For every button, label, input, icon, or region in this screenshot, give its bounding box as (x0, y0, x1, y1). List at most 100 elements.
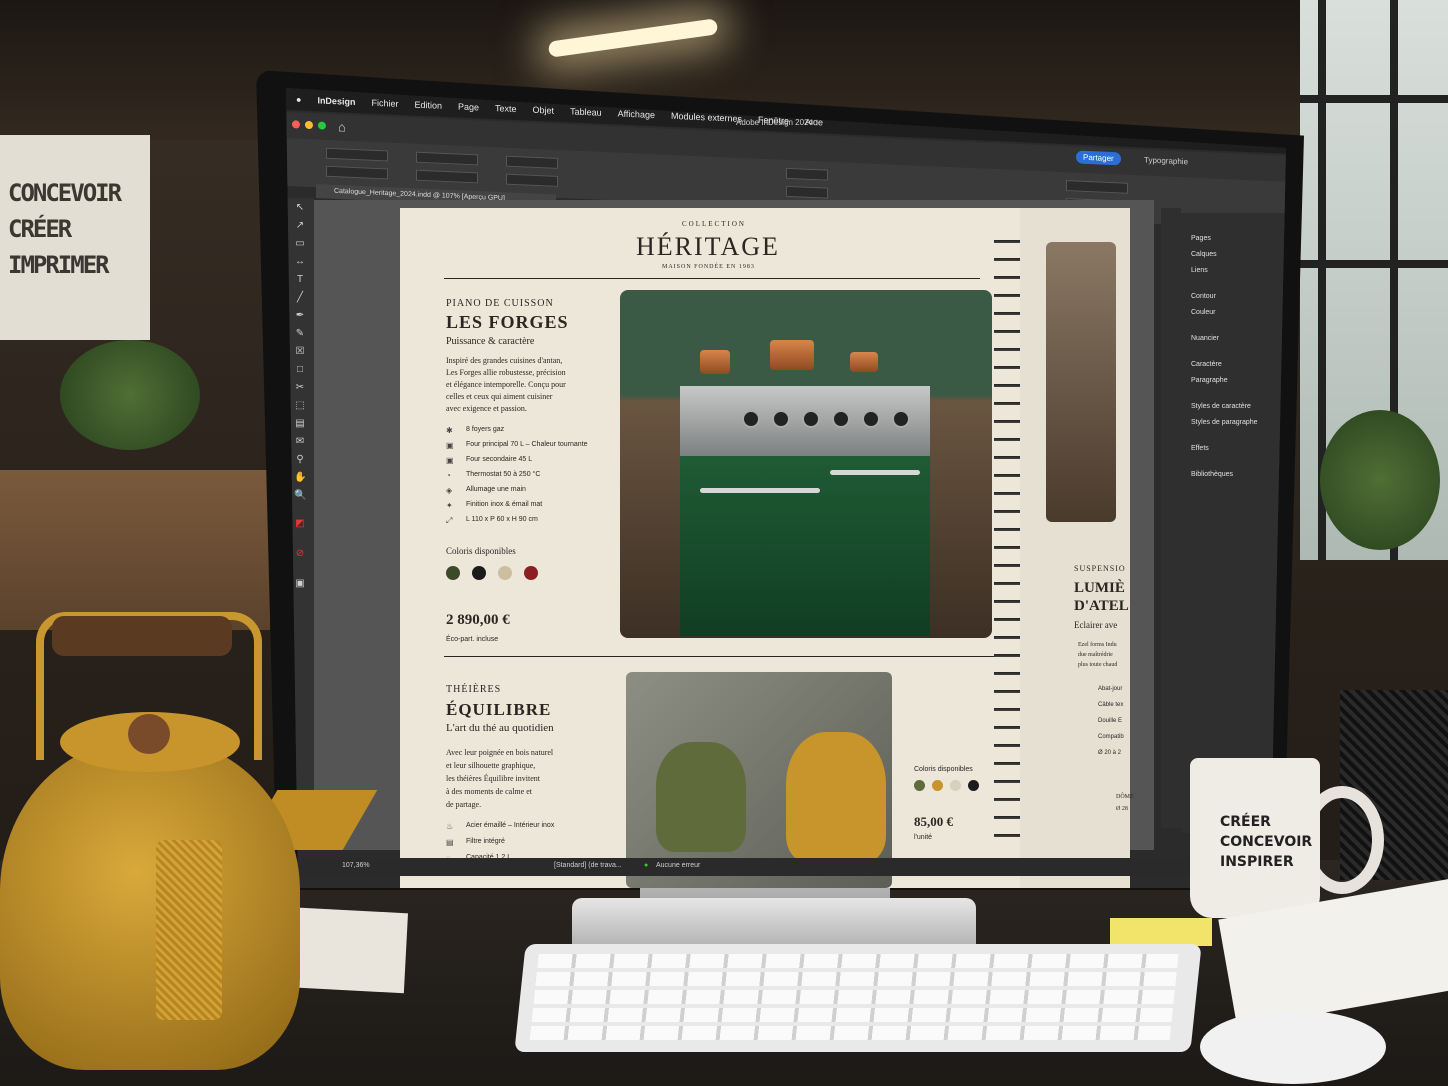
pen-tool-icon[interactable]: ✒ (294, 310, 306, 322)
facing-page: SUSPENSIO LUMIÈ D'ATEL Eclairer ave Ezel… (1020, 208, 1134, 888)
eyedropper-tool-icon[interactable]: ⚲ (294, 454, 306, 466)
mug-text-line: CRÉER (1220, 814, 1271, 830)
panel-bibliotheques[interactable]: Bibliothèques (1191, 471, 1233, 478)
w-field[interactable] (416, 151, 478, 166)
pencil-tool-icon[interactable]: ✎ (294, 328, 306, 340)
sticky-notes (1110, 918, 1212, 946)
minimize-window-button[interactable] (305, 120, 313, 130)
screen-mode-icon[interactable]: ▣ (294, 578, 306, 590)
facing-footer: DÔME (1116, 794, 1134, 800)
color-swatch-green (446, 566, 460, 580)
scale-field[interactable] (506, 155, 558, 169)
panel-liens[interactable]: Liens (1191, 267, 1208, 274)
plant (60, 340, 200, 450)
selection-tool-icon[interactable]: ↖ (294, 202, 306, 214)
panel-styles-paragraphe[interactable]: Styles de paragraphe (1191, 419, 1258, 426)
menu-objet[interactable]: Objet (533, 105, 555, 116)
teapots-photo[interactable] (626, 672, 892, 888)
free-transform-tool-icon[interactable]: ⬚ (294, 400, 306, 412)
y-field[interactable] (326, 165, 388, 180)
color-swatch-black (472, 566, 486, 580)
stove-knob (802, 410, 820, 428)
stroke-style-field[interactable] (786, 185, 828, 199)
zoom-window-button[interactable] (318, 121, 326, 130)
product-description: Les Forges allie robustesse, précision (446, 368, 566, 377)
menu-page[interactable]: Page (458, 102, 479, 113)
panel-calques[interactable]: Calques (1191, 251, 1217, 258)
none-swatch-icon[interactable]: ⊘ (294, 548, 306, 560)
product-description: les théières Équilibre invitent (446, 774, 540, 783)
color-swatch-cream (950, 780, 961, 791)
close-window-button[interactable] (292, 120, 300, 129)
facing-description: due maîtrédrie (1078, 652, 1113, 658)
stroke-weight-field[interactable] (786, 167, 828, 181)
note-tool-icon[interactable]: ✉ (294, 436, 306, 448)
panel-pages[interactable]: Pages (1191, 235, 1211, 242)
app-title: Adobe InDesign 2024 (736, 118, 813, 127)
mug-text: CRÉER CONCEVOIR INSPIRER (1220, 812, 1312, 872)
stove-knob (862, 410, 880, 428)
product-description: et élégance intemporelle. Conçu pour (446, 380, 566, 389)
panel-paragraphe[interactable]: Paragraphe (1191, 377, 1228, 384)
zoom-tool-icon[interactable]: 🔍 (294, 490, 306, 502)
type-tool-icon[interactable]: T (294, 274, 306, 286)
rectangle-tool-icon[interactable]: □ (294, 364, 306, 376)
menu-tableau[interactable]: Tableau (570, 106, 602, 117)
zoom-level[interactable]: 107,36% (342, 862, 370, 869)
page-tool-icon[interactable]: ▭ (294, 238, 306, 250)
kettle-wooden-grip (52, 616, 232, 656)
product-name: ÉQUILIBRE (446, 700, 552, 719)
status-bar: 107,36% [Standard] (de trava... ● Aucune… (286, 858, 1286, 876)
feature-item: Acier émaillé – Intérieur inox (466, 822, 555, 829)
panel-contour[interactable]: Contour (1191, 293, 1216, 300)
product-description: avec exigence et passion. (446, 404, 527, 413)
stove-photo[interactable] (620, 290, 992, 638)
wall-sign: CONCEVOIR CRÉER IMPRIMER (0, 135, 150, 340)
stove-knob (772, 410, 790, 428)
share-button[interactable]: Partager (1076, 150, 1121, 166)
kettle-icon: ♨ (446, 822, 454, 831)
price-note: l'unité (914, 834, 933, 841)
thermostat-icon: ◔ (446, 471, 451, 480)
x-field[interactable] (326, 147, 388, 162)
brand-title: HÉRITAGE (636, 232, 780, 261)
fill-stroke-swatch-icon[interactable]: ◩ (294, 518, 306, 530)
menu-affichage[interactable]: Affichage (618, 108, 655, 120)
font-size-field[interactable] (1066, 180, 1128, 194)
panel-caractere[interactable]: Caractère (1191, 361, 1222, 368)
panel-nuancier[interactable]: Nuancier (1191, 335, 1219, 342)
feature-item: L 110 x P 60 x H 90 cm (466, 516, 538, 523)
menu-texte[interactable]: Texte (495, 103, 517, 114)
feature-item: 8 foyers gaz (466, 426, 505, 433)
line-tool-icon[interactable]: ╱ (294, 292, 306, 304)
header-rule (444, 278, 980, 279)
scissors-tool-icon[interactable]: ✂ (294, 382, 306, 394)
panel-couleur[interactable]: Couleur (1191, 309, 1216, 316)
key-row (531, 1008, 1173, 1022)
mouse (1200, 1010, 1386, 1084)
facing-feature: Ø 20 à 2 (1098, 750, 1122, 756)
preflight-errors[interactable]: Aucune erreur (656, 862, 700, 869)
menu-edition[interactable]: Edition (414, 100, 442, 111)
lamp-photo (1046, 242, 1116, 522)
rotate-field[interactable] (506, 173, 558, 187)
green-teapot (656, 742, 746, 852)
h-field[interactable] (416, 169, 478, 184)
home-icon[interactable]: ⌂ (338, 119, 346, 134)
product-price: 2 890,00 € (446, 612, 510, 628)
hand-tool-icon[interactable]: ✋ (294, 472, 306, 484)
panel-effets[interactable]: Effets (1191, 445, 1209, 452)
preflight-profile[interactable]: [Standard] (de trava... (554, 862, 622, 869)
menu-fichier[interactable]: Fichier (371, 98, 398, 109)
menu-indesign[interactable]: InDesign (317, 95, 355, 107)
workspace-switcher[interactable]: Typographie (1144, 155, 1188, 166)
direct-selection-tool-icon[interactable]: ↗ (294, 220, 306, 232)
oven-icon: ▣ (446, 456, 454, 465)
panel-styles-caractere[interactable]: Styles de caractère (1191, 403, 1251, 410)
facing-description: Ezel forms Indu (1078, 642, 1117, 648)
gradient-tool-icon[interactable]: ▤ (294, 418, 306, 430)
gap-tool-icon[interactable]: ↔ (294, 256, 306, 268)
apple-icon[interactable]: ● (296, 94, 301, 104)
facing-feature: Abat-jour (1098, 686, 1123, 692)
rectangle-frame-tool-icon[interactable]: ☒ (294, 346, 306, 358)
